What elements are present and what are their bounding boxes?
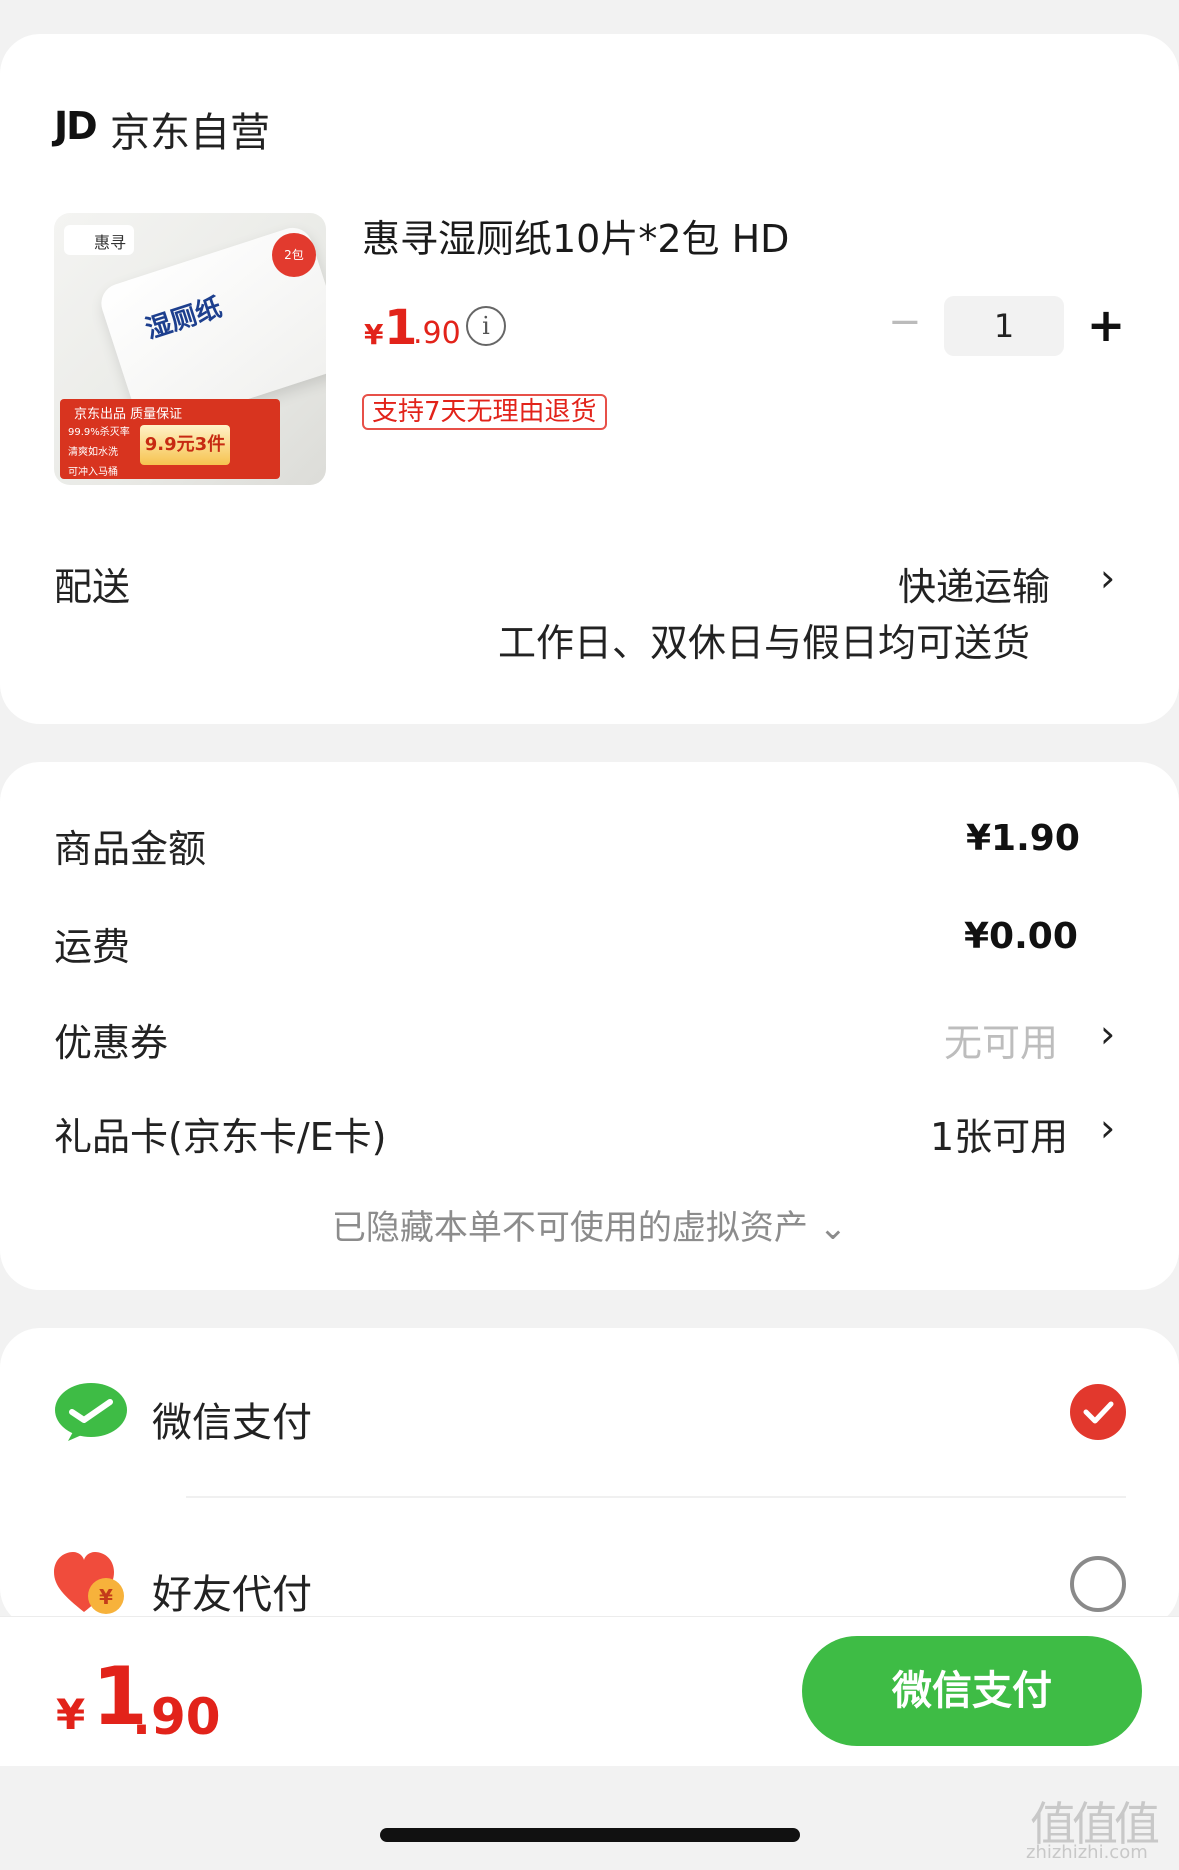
quantity-input[interactable]: 1: [944, 296, 1064, 356]
check-icon[interactable]: [1070, 1384, 1126, 1440]
price-symbol: ¥: [364, 318, 384, 351]
goods-amount-label: 商品金额: [54, 827, 207, 871]
price-decimal: .90: [413, 316, 461, 351]
quantity-decrease-button[interactable]: −: [888, 302, 922, 342]
promo-lines: 99.9%杀灭率 清爽如水洗 可冲入马桶: [68, 427, 130, 478]
chevron-right-icon[interactable]: ›: [1100, 556, 1115, 600]
delivery-label: 配送: [54, 565, 131, 609]
giftcard-value[interactable]: 1张可用: [930, 1106, 1068, 1161]
delivery-note: 工作日、双休日与假日均可送货: [498, 621, 1031, 665]
product-title[interactable]: 惠寻湿厕纸10片*2包 HD: [362, 208, 789, 263]
hidden-assets-toggle[interactable]: 已隐藏本单不可使用的虚拟资产 ⌄: [0, 1200, 1179, 1249]
giftcard-label[interactable]: 礼品卡(京东卡/E卡): [54, 1106, 386, 1161]
shipping-fee-value: ¥0.00: [964, 916, 1078, 957]
brand-label: 惠寻: [64, 225, 134, 255]
jd-logo: JD: [54, 104, 98, 148]
quantity-increase-button[interactable]: +: [1086, 296, 1126, 356]
pay-button[interactable]: 微信支付: [802, 1636, 1142, 1746]
wechat-pay-label[interactable]: 微信支付: [152, 1390, 312, 1448]
promo-title: 京东出品 质量保证: [74, 407, 183, 422]
promo-price: 9.9元3件: [140, 425, 230, 465]
heart-yuan-icon: ¥: [54, 1550, 130, 1618]
total-symbol: ¥: [56, 1690, 86, 1739]
product-image[interactable]: H 惠寻 湿厕纸 2包 京东出品 质量保证 99.9%杀灭率 清爽如水洗 可冲入…: [54, 213, 326, 485]
return-policy-tag: 支持7天无理由退货: [362, 394, 607, 430]
delivery-method[interactable]: 快递运输: [898, 556, 1050, 611]
friend-pay-label[interactable]: 好友代付: [152, 1562, 312, 1620]
shop-name[interactable]: 京东自营: [110, 100, 270, 158]
radio-unselected[interactable]: [1070, 1556, 1126, 1612]
shipping-fee-label: 运费: [54, 925, 131, 969]
svg-text:¥: ¥: [99, 1585, 113, 1609]
chevron-right-icon[interactable]: ›: [1100, 1012, 1115, 1056]
goods-amount-value: ¥1.90: [966, 818, 1080, 859]
pack-count-badge: 2包: [272, 233, 316, 277]
payment-divider: [186, 1496, 1126, 1498]
coupon-label[interactable]: 优惠券: [54, 1012, 168, 1067]
info-icon[interactable]: i: [466, 306, 506, 346]
total-decimal: .90: [132, 1688, 221, 1746]
home-indicator[interactable]: [380, 1828, 800, 1842]
coupon-value[interactable]: 无可用: [944, 1012, 1058, 1067]
watermark-url: zhizhizhi.com: [1026, 1842, 1148, 1863]
wechat-pay-icon: [54, 1382, 128, 1442]
chevron-right-icon[interactable]: ›: [1100, 1106, 1115, 1150]
